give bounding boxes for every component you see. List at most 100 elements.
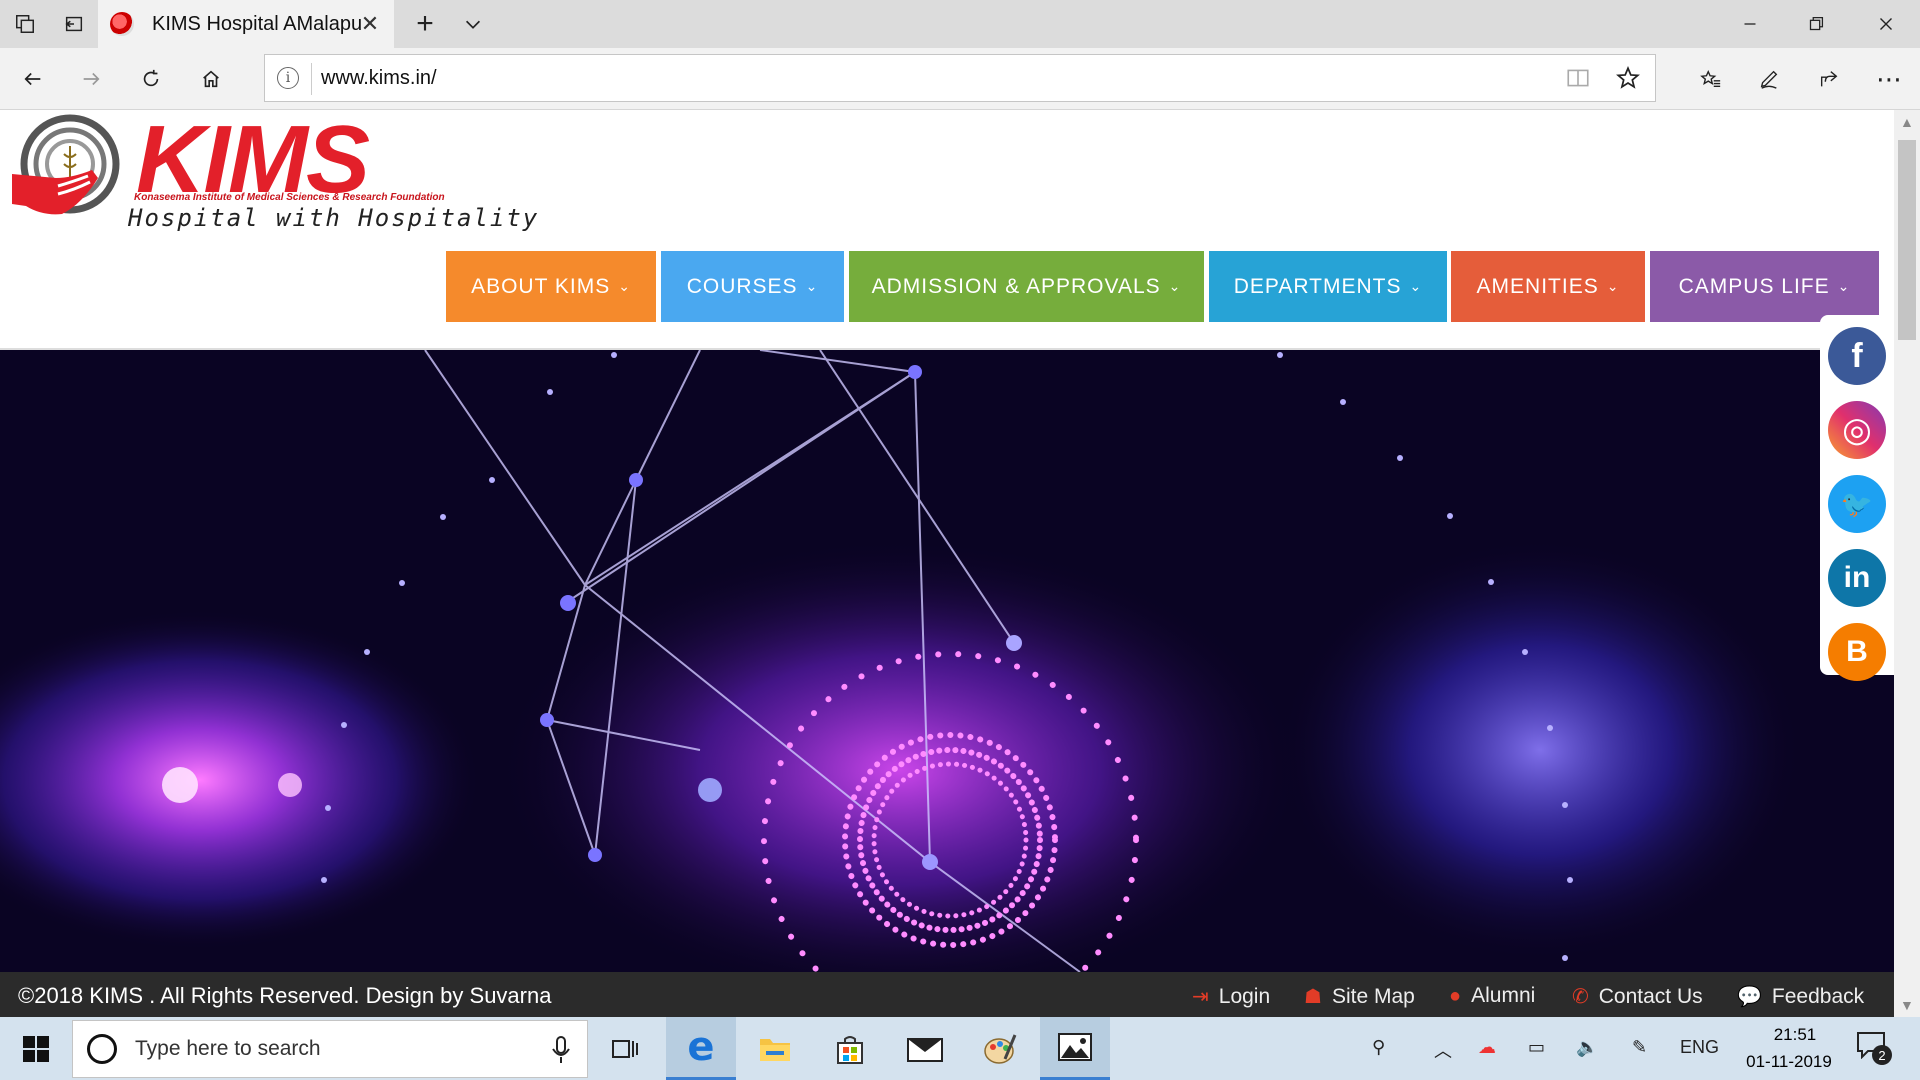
main-navigation: ABOUT KIMS ⌄ COURSES ⌄ ADMISSION & APPROVA… bbox=[0, 251, 1894, 322]
windows-logo-icon bbox=[23, 1035, 49, 1062]
cortana-icon bbox=[87, 1034, 117, 1064]
web-page: KIMS Konaseema Institute of Medical Scie… bbox=[0, 110, 1894, 1017]
footer-link-label: Login bbox=[1218, 984, 1271, 1008]
chevron-down-icon: ⌄ bbox=[1606, 278, 1620, 294]
facebook-icon[interactable]: f bbox=[1828, 327, 1886, 385]
nav-admission-approvals[interactable]: ADMISSION & APPROVALS ⌄ bbox=[849, 251, 1204, 322]
chevron-down-icon: ⌄ bbox=[618, 278, 631, 294]
chevron-down-icon: ⌄ bbox=[805, 278, 819, 294]
minimize-icon[interactable] bbox=[1720, 0, 1780, 48]
linkedin-icon[interactable]: in bbox=[1828, 549, 1886, 607]
action-center-icon[interactable]: 2 bbox=[1856, 1031, 1896, 1067]
footer-link-label: Alumni bbox=[1471, 984, 1536, 1007]
nav-label: ABOUT KIMS bbox=[471, 274, 611, 298]
taskbar-search[interactable]: Type here to search bbox=[72, 1020, 588, 1078]
web-notes-icon[interactable] bbox=[1744, 48, 1794, 110]
scroll-up-icon[interactable]: ▲ bbox=[1900, 114, 1914, 130]
favorites-hub-icon[interactable] bbox=[1686, 48, 1736, 110]
page-scrollbar[interactable]: ▲ ▼ bbox=[1894, 110, 1920, 1017]
url-text[interactable]: www.kims.in/ bbox=[321, 67, 437, 90]
footer-bar: ©2018 KIMS . All Rights Reserved. Design… bbox=[0, 972, 1894, 1017]
nav-label: CAMPUS LIFE bbox=[1678, 274, 1830, 298]
login-icon: ⇥ bbox=[1192, 986, 1209, 1008]
restore-icon[interactable] bbox=[1786, 0, 1846, 48]
nav-label: AMENITIES bbox=[1476, 274, 1599, 298]
paint-icon[interactable] bbox=[965, 1017, 1035, 1080]
battery-icon[interactable]: ▭ bbox=[1528, 1037, 1545, 1058]
scroll-down-icon[interactable]: ▼ bbox=[1900, 997, 1914, 1013]
nav-label: COURSES bbox=[686, 274, 798, 298]
url-separator bbox=[311, 63, 312, 95]
address-bar[interactable]: i www.kims.in/ bbox=[264, 54, 1656, 102]
footer-link-label: Feedback bbox=[1771, 984, 1865, 1008]
social-sidebar: f ◎ 🐦 in B bbox=[1820, 315, 1894, 681]
nav-label: ADMISSION & APPROVALS bbox=[871, 274, 1161, 298]
sitemap-icon: ☗ bbox=[1304, 986, 1322, 1008]
hand-heart-logo-icon bbox=[12, 114, 120, 215]
search-placeholder: Type here to search bbox=[135, 1037, 321, 1060]
kims-logo[interactable]: KIMS Konaseema Institute of Medical Scie… bbox=[12, 112, 537, 237]
user-icon: ● bbox=[1449, 984, 1462, 1007]
reading-view-icon[interactable] bbox=[1565, 65, 1591, 91]
footer-link-label: Site Map bbox=[1331, 984, 1415, 1008]
start-button[interactable] bbox=[0, 1017, 72, 1080]
people-icon[interactable]: ⚲ bbox=[1372, 1037, 1385, 1058]
footer-feedback-link[interactable]: 💬 Feedback bbox=[1737, 984, 1864, 1009]
footer-contact-link[interactable]: ✆ Contact Us bbox=[1572, 984, 1703, 1009]
chevron-down-icon: ⌄ bbox=[1168, 278, 1182, 294]
pen-workspace-icon[interactable]: ✎ bbox=[1632, 1037, 1647, 1058]
mail-icon[interactable] bbox=[890, 1017, 960, 1080]
task-view-icon[interactable] bbox=[590, 1017, 660, 1080]
new-tab-icon[interactable]: + bbox=[400, 0, 450, 48]
tab-title: KIMS Hospital AMalapu bbox=[152, 12, 363, 35]
scroll-thumb[interactable] bbox=[1898, 140, 1916, 340]
tab-preview-icon[interactable] bbox=[0, 0, 50, 48]
clock-time[interactable]: 21:51 bbox=[1760, 1025, 1830, 1045]
close-window-icon[interactable] bbox=[1856, 0, 1916, 48]
refresh-icon[interactable] bbox=[126, 48, 176, 110]
footer-sitemap-link[interactable]: ☗ Site Map bbox=[1304, 984, 1415, 1009]
site-info-icon[interactable]: i bbox=[277, 67, 299, 89]
clock-date[interactable]: 01-11-2019 bbox=[1734, 1052, 1844, 1072]
nav-amenities[interactable]: AMENITIES ⌄ bbox=[1451, 251, 1645, 322]
volume-icon[interactable]: 🔈 bbox=[1576, 1037, 1598, 1058]
microphone-icon[interactable] bbox=[551, 1035, 571, 1065]
instagram-icon[interactable]: ◎ bbox=[1828, 401, 1886, 459]
footer-login-link[interactable]: ⇥ Login bbox=[1192, 984, 1270, 1009]
footer-alumni-link[interactable]: ● Alumni bbox=[1449, 984, 1535, 1008]
phone-icon: ✆ bbox=[1572, 986, 1589, 1008]
onedrive-error-icon[interactable]: ☁ bbox=[1478, 1037, 1496, 1058]
tab-kims[interactable]: KIMS Hospital AMalapu ✕ bbox=[98, 0, 394, 48]
chevron-down-icon[interactable] bbox=[450, 0, 496, 48]
file-explorer-icon[interactable] bbox=[740, 1017, 810, 1080]
edge-taskbar-icon[interactable]: e bbox=[666, 1017, 736, 1080]
nav-label: DEPARTMENTS bbox=[1233, 274, 1402, 298]
store-icon[interactable] bbox=[815, 1017, 885, 1080]
network-particle-background bbox=[0, 350, 1894, 972]
blogger-icon[interactable]: B bbox=[1828, 623, 1886, 681]
logo-tagline: Hospital with Hospitality bbox=[128, 204, 540, 232]
logo-fullname: Konaseema Institute of Medical Sciences … bbox=[134, 192, 445, 203]
close-tab-icon[interactable]: ✕ bbox=[358, 11, 382, 36]
back-icon[interactable] bbox=[8, 48, 58, 110]
share-icon[interactable] bbox=[1804, 48, 1854, 110]
language-indicator[interactable]: ENG bbox=[1680, 1037, 1719, 1058]
copyright-text: ©2018 KIMS . All Rights Reserved. Design… bbox=[18, 983, 552, 1008]
nav-campus-life[interactable]: CAMPUS LIFE ⌄ bbox=[1650, 251, 1879, 322]
photos-icon[interactable] bbox=[1040, 1017, 1110, 1080]
notification-badge: 2 bbox=[1872, 1045, 1892, 1065]
forward-icon[interactable] bbox=[66, 48, 116, 110]
twitter-icon[interactable]: 🐦 bbox=[1828, 475, 1886, 533]
nav-departments[interactable]: DEPARTMENTS ⌄ bbox=[1209, 251, 1447, 322]
set-tabs-aside-icon[interactable] bbox=[50, 0, 98, 48]
browser-tab-bar: KIMS Hospital AMalapu ✕ + bbox=[0, 0, 1920, 48]
more-options-icon[interactable]: ⋯ bbox=[1864, 48, 1914, 110]
chevron-down-icon: ⌄ bbox=[1409, 278, 1423, 294]
show-hidden-icons-chevron-icon[interactable]: ︿ bbox=[1434, 1037, 1452, 1063]
nav-about-kims[interactable]: ABOUT KIMS ⌄ bbox=[446, 251, 656, 322]
favorite-star-icon[interactable] bbox=[1615, 65, 1641, 91]
home-icon[interactable] bbox=[186, 48, 236, 110]
nav-courses[interactable]: COURSES ⌄ bbox=[661, 251, 844, 322]
chevron-down-icon: ⌄ bbox=[1837, 278, 1851, 294]
comment-icon: 💬 bbox=[1737, 986, 1762, 1008]
